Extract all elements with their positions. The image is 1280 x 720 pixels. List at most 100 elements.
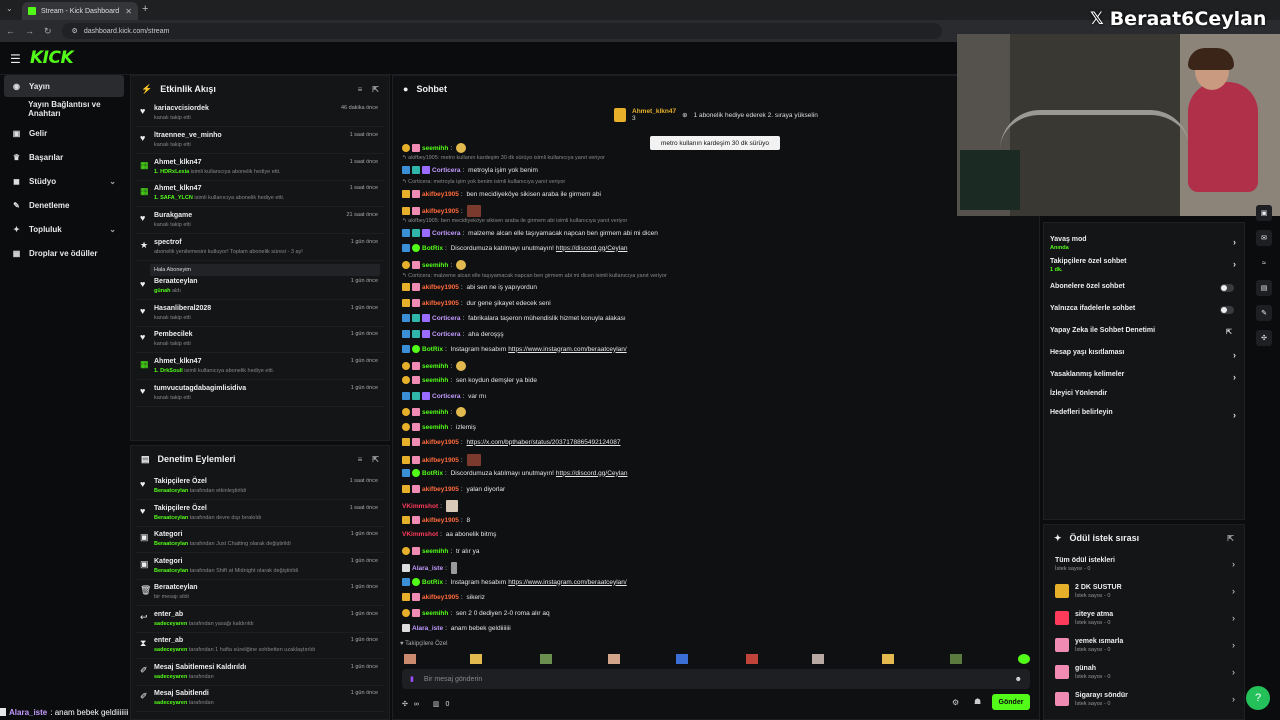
emote-icon[interactable]	[676, 654, 688, 664]
chat-message[interactable]: seemihh: izlemiş	[402, 423, 476, 431]
chat-message[interactable]: BotRix: Discordumuza katılmayı unutmayın…	[402, 244, 627, 252]
sidebar-item-gelir[interactable]: ▣ Gelir	[4, 122, 124, 144]
chat-link[interactable]: https://discord.gg/Ceylan	[556, 470, 628, 477]
chat-username[interactable]: seemihh	[422, 548, 448, 555]
pinned-gift-leader[interactable]: Ahmet_klkn47 3 ⊕ 1 abonelik hediye ederek…	[614, 108, 818, 122]
setting-row[interactable]: Abonelere özel sohbet	[1050, 280, 1240, 300]
chat-message[interactable]: Corticera: metroyla işim yok benim	[402, 166, 538, 174]
rail-signal-icon[interactable]: ≈	[1256, 255, 1272, 271]
chat-username[interactable]: akifbey1905	[422, 191, 459, 198]
close-tab-icon[interactable]: ✕	[125, 7, 132, 16]
chat-message[interactable]: Corticera: var mı	[402, 392, 486, 400]
chat-username[interactable]: akifbey1905	[422, 300, 459, 307]
chat-username[interactable]: BotRix	[422, 346, 443, 353]
chat-input[interactable]: ▮ Bir mesaj gönderin ☻	[402, 669, 1030, 689]
kick-logo[interactable]: KICK	[30, 48, 74, 68]
chat-message[interactable]: BotRix: Instagram hesabım https://www.in…	[402, 578, 627, 586]
back-icon[interactable]: ←	[6, 26, 15, 36]
sidebar-item-topluluk[interactable]: ✦ Topluluk ⌄	[4, 218, 124, 240]
site-info-icon[interactable]: ⚙	[72, 27, 78, 35]
send-button[interactable]: Gönder	[992, 694, 1030, 710]
activity-event[interactable]: ▦ Ahmet_klkn47 1. SAFA_YLCN isimli kullanı…	[136, 181, 384, 208]
sidebar-item-studyo[interactable]: ◼ Stüdyo ⌄	[4, 170, 124, 192]
all-rewards-row[interactable]: Tüm ödül istekleri İstek sayısı - 0 ›	[1049, 554, 1239, 578]
chat-username[interactable]: BotRix	[422, 579, 443, 586]
activity-event[interactable]: ♥ kariacvcisiordek kanalı takip etti 46 dak…	[136, 101, 384, 127]
activity-event[interactable]: ★ spectrof abonelik yenilemesini kutluyor!…	[136, 235, 384, 261]
setting-row[interactable]: Takipçilere özel sohbet 1 dk. ›	[1050, 255, 1240, 275]
chat-message[interactable]: seemihh:	[402, 407, 466, 417]
rail-nodes-icon[interactable]: ✣	[1256, 330, 1272, 346]
moderation-event[interactable]: ✐ Mesaj Sabitlemesi Kaldırıldı sadeceyaren…	[136, 660, 384, 686]
chat-username[interactable]: seemihh	[422, 610, 448, 617]
chat-username[interactable]: Corticera	[432, 230, 461, 237]
moderation-event[interactable]: ▣ Kategori Beraatceylan tarafından Shift a…	[136, 554, 384, 580]
chat-message[interactable]: seemihh: tr alır ya	[402, 547, 479, 555]
emote-icon[interactable]	[470, 654, 482, 664]
reload-icon[interactable]: ↻	[44, 26, 52, 37]
chat-username[interactable]: VKimmshot	[402, 503, 438, 510]
reward-item[interactable]: 2 DK SUSTUR İstek sayısı - 0 ›	[1049, 581, 1239, 605]
chat-message[interactable]: Alara_iste: anam bebek geldiiiiiii	[402, 624, 511, 632]
chat-message[interactable]: akifbey1905: sikeriz	[402, 593, 485, 601]
toggle-switch[interactable]	[1220, 306, 1234, 314]
chat-message[interactable]: VKimmshot: aa abonelik bitmş	[402, 531, 496, 538]
chat-message[interactable]: akifbey1905:	[402, 205, 481, 217]
chat-message[interactable]: Corticera: fabrikalara taşeron mühendisl…	[402, 314, 626, 322]
emote-icon[interactable]	[404, 654, 416, 664]
setting-row[interactable]: Hedefleri belirleyin ›	[1050, 406, 1240, 426]
menu-icon[interactable]: ☰	[10, 52, 21, 66]
new-tab-button[interactable]: +	[142, 3, 148, 15]
activity-event[interactable]: ♥ ltraennee_ve_minho kanalı takip etti 1 sa…	[136, 128, 384, 154]
sidebar-item-stream-key[interactable]: Yayın Bağlantısı ve Anahtarı	[4, 98, 124, 120]
moderation-event[interactable]: ♥ Takipçilere Özel Beraatceylan tarafından…	[136, 501, 384, 527]
setting-row[interactable]: Yalnızca ifadelerle sohbet	[1050, 302, 1240, 322]
chat-username[interactable]: Alara_iste	[412, 565, 443, 572]
chat-username[interactable]: Corticera	[432, 393, 461, 400]
activity-event[interactable]: ▦ Ahmet_klkn47 1. HDRxLexia isimli kullanı…	[136, 155, 384, 181]
moderation-event[interactable]: ⧗ enter_ab sadeceyaren tarafından 1 hafta …	[136, 633, 384, 659]
gift-box-icon[interactable]: ▥	[433, 700, 440, 708]
popout-icon[interactable]: ⇱	[1227, 534, 1234, 543]
forward-icon[interactable]: →	[25, 26, 34, 36]
chat-message[interactable]: Corticera: aha deroşşş	[402, 330, 504, 338]
emote-icon[interactable]	[540, 654, 552, 664]
chat-message[interactable]: seemihh: sen 2 0 dediyen 2-0 roma alır a…	[402, 609, 550, 617]
emote-icon[interactable]	[950, 654, 962, 664]
filter-icon[interactable]: ≡	[358, 85, 363, 94]
tab-search-icon[interactable]: ⌄	[6, 4, 13, 13]
chat-message[interactable]: BotRix: Discordumuza katılmayı unutmayın…	[402, 469, 627, 477]
setting-row[interactable]: Hesap yaşı kısıtlaması ›	[1050, 346, 1240, 366]
chat-username[interactable]: seemihh	[422, 409, 448, 416]
chat-message[interactable]: BotRix: Instagram hesabım https://www.in…	[402, 345, 627, 353]
moderation-event[interactable]: ↩ enter_ab sadeceyaren tarafından yasağı k…	[136, 607, 384, 633]
chat-message[interactable]: Corticera: malzeme alcan elle taşıyamaca…	[402, 229, 658, 237]
toggle-switch[interactable]	[1220, 284, 1234, 292]
emote-icon[interactable]	[746, 654, 758, 664]
chat-username[interactable]: seemihh	[422, 377, 448, 384]
reward-item[interactable]: günah İstek sayısı - 0 ›	[1049, 662, 1239, 686]
moderation-event[interactable]: ♥ Takipçilere Özel Beraatceylan tarafından…	[136, 474, 384, 500]
chat-message[interactable]: seemihh:	[402, 260, 466, 270]
url-field[interactable]: ⚙ dashboard.kick.com/stream	[61, 23, 942, 39]
chat-username[interactable]: akifbey1905	[422, 517, 459, 524]
filter-icon[interactable]: ≡	[358, 455, 363, 464]
activity-event[interactable]: ♥ Hasanliberal2028 kanalı takip etti 1 gün …	[136, 301, 384, 327]
browser-tab[interactable]: Stream - Kick Dashboard ✕	[22, 2, 138, 20]
chat-username[interactable]: Corticera	[432, 315, 461, 322]
emote-icon[interactable]	[812, 654, 824, 664]
popout-icon[interactable]: ⇱	[372, 455, 379, 464]
mic-icon[interactable]: ▮	[410, 675, 414, 683]
chat-username[interactable]: akifbey1905	[422, 208, 459, 215]
sidebar-item-basarilar[interactable]: ♛ Başarılar	[4, 146, 124, 168]
chat-username[interactable]: seemihh	[422, 424, 448, 431]
emoji-icon[interactable]: ☻	[1015, 676, 1022, 683]
chat-username[interactable]: BotRix	[422, 245, 443, 252]
activity-event[interactable]: ♥ Beraatceylan günah aldı 1 gün önce	[136, 274, 384, 300]
rail-button-1[interactable]: ▣	[1256, 205, 1272, 221]
chat-message[interactable]: akifbey1905: 8	[402, 516, 470, 524]
chat-username[interactable]: BotRix	[422, 470, 443, 477]
moderation-event[interactable]: ✐ Mesaj Sabitlendi sadeceyaren tarafından 1…	[136, 686, 384, 712]
sidebar-item-yayin[interactable]: ◉ Yayın	[4, 75, 124, 97]
chat-message[interactable]: seemihh: sen koydun demşler ya bide	[402, 376, 537, 384]
